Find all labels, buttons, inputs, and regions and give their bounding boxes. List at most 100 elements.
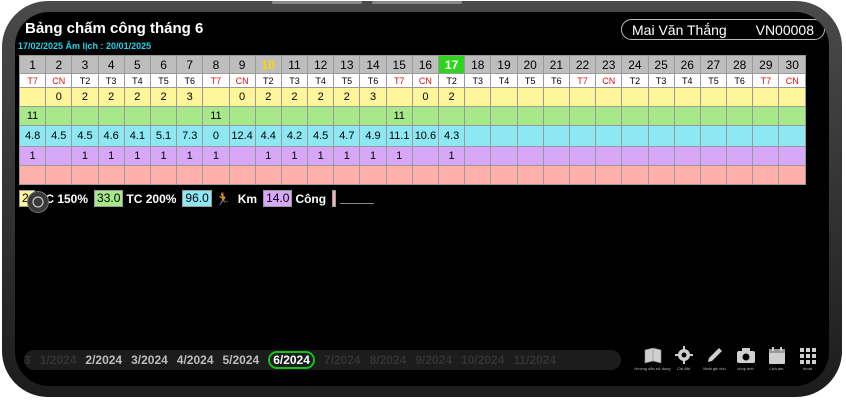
grid-cell[interactable] [647, 106, 675, 126]
month-item[interactable]: 2/2024 [85, 353, 122, 367]
grid-cell[interactable] [254, 106, 282, 126]
grid-cell[interactable] [699, 146, 728, 166]
grid-cell[interactable] [778, 146, 806, 166]
grid-cell[interactable]: 1 [123, 146, 151, 166]
grid-cell[interactable] [149, 106, 178, 126]
grid-cell[interactable] [752, 125, 780, 147]
day-cell[interactable]: 12 [307, 55, 335, 74]
grid-cell[interactable]: 4.9 [359, 125, 387, 147]
grid-cell[interactable] [411, 146, 440, 166]
grid-cell[interactable]: 2 [123, 87, 151, 107]
grid-cell[interactable] [176, 165, 204, 185]
grid-cell[interactable] [359, 106, 387, 126]
grid-cell[interactable] [411, 165, 440, 185]
grid-cell[interactable] [726, 125, 754, 147]
day-cell[interactable]: 7 [176, 55, 204, 74]
grid-cell[interactable]: 0 [45, 87, 73, 107]
grid-cell[interactable] [307, 165, 335, 185]
grid-cell[interactable] [490, 125, 518, 147]
day-cell[interactable]: 14 [359, 55, 387, 74]
day-cell[interactable]: 5 [123, 55, 151, 74]
grid-cell[interactable] [699, 87, 728, 107]
grid-cell[interactable]: 2 [254, 87, 282, 107]
grid-cell[interactable] [673, 106, 701, 126]
grid-cell[interactable] [621, 125, 649, 147]
month-item[interactable]: 3 [24, 353, 31, 367]
grid-cell[interactable] [359, 165, 387, 185]
floating-assist-button[interactable] [27, 191, 49, 213]
grid-cell[interactable]: 7.3 [176, 125, 204, 147]
grid-cell[interactable]: 1 [176, 146, 204, 166]
grid-cell[interactable] [542, 106, 570, 126]
grid-cell[interactable] [568, 165, 597, 185]
day-cell[interactable]: 23 [595, 55, 623, 74]
month-item[interactable]: 11/2024 [513, 353, 556, 367]
toolbar-button-pencil[interactable]: Nhật ghi chú [699, 345, 730, 371]
grid-cell[interactable] [699, 165, 728, 185]
grid-cell[interactable] [726, 165, 754, 185]
day-cell[interactable]: 2 [45, 55, 73, 74]
day-cell[interactable]: 24 [621, 55, 649, 74]
grid-cell[interactable]: 4.5 [307, 125, 335, 147]
grid-cell[interactable] [228, 106, 256, 126]
grid-cell[interactable] [228, 165, 256, 185]
month-item[interactable]: 5/2024 [223, 353, 260, 367]
day-cell[interactable]: 15 [385, 55, 413, 74]
grid-cell[interactable] [542, 146, 570, 166]
grid-cell[interactable]: 1 [385, 146, 413, 166]
grid-cell[interactable] [621, 106, 649, 126]
grid-cell[interactable]: 2 [71, 87, 99, 107]
month-item[interactable]: 10/2024 [461, 353, 504, 367]
grid-cell[interactable] [726, 146, 754, 166]
toolbar-button-book[interactable]: Hướng dẫn sử dụng [634, 345, 671, 371]
grid-cell[interactable]: 4.2 [280, 125, 309, 147]
day-cell[interactable]: 6 [149, 55, 178, 74]
grid-cell[interactable] [123, 106, 151, 126]
grid-cell[interactable] [97, 165, 125, 185]
day-cell[interactable]: 22 [568, 55, 597, 74]
grid-cell[interactable]: 0 [202, 125, 230, 147]
grid-cell[interactable] [464, 106, 492, 126]
grid-cell[interactable] [464, 146, 492, 166]
grid-cell[interactable] [568, 125, 597, 147]
grid-cell[interactable] [333, 106, 361, 126]
grid-cell[interactable] [542, 125, 570, 147]
grid-cell[interactable]: 1 [18, 146, 47, 166]
grid-cell[interactable] [621, 165, 649, 185]
toolbar-button-gear[interactable]: Cài đặt [668, 345, 699, 371]
day-cell[interactable]: 13 [333, 55, 361, 74]
day-cell[interactable]: 16 [411, 55, 440, 74]
grid-cell[interactable] [437, 106, 466, 126]
grid-cell[interactable]: 4.5 [45, 125, 73, 147]
grid-cell[interactable]: 2 [149, 87, 178, 107]
grid-cell[interactable]: 3 [359, 87, 387, 107]
day-cell[interactable]: 1 [18, 55, 47, 74]
grid-cell[interactable] [202, 87, 230, 107]
grid-cell[interactable] [490, 87, 518, 107]
grid-cell[interactable] [673, 146, 701, 166]
day-cell[interactable]: 10 [254, 55, 282, 74]
grid-cell[interactable]: 1 [202, 146, 230, 166]
grid-cell[interactable] [621, 87, 649, 107]
grid-cell[interactable] [673, 165, 701, 185]
grid-cell[interactable]: 0 [228, 87, 256, 107]
grid-cell[interactable] [647, 125, 675, 147]
grid-cell[interactable] [595, 165, 623, 185]
grid-cell[interactable]: 1 [97, 146, 125, 166]
month-item[interactable]: 4/2024 [177, 353, 214, 367]
month-item[interactable]: 8/2024 [370, 353, 407, 367]
grid-cell[interactable] [516, 87, 544, 107]
grid-cell[interactable]: 4.7 [333, 125, 361, 147]
grid-cell[interactable] [464, 165, 492, 185]
grid-cell[interactable]: 1 [359, 146, 387, 166]
day-cell[interactable]: 20 [516, 55, 544, 74]
month-item[interactable]: 3/2024 [131, 353, 168, 367]
grid-cell[interactable] [673, 87, 701, 107]
grid-cell[interactable]: 1 [333, 146, 361, 166]
grid-cell[interactable]: 1 [307, 146, 335, 166]
toolbar-button-camera[interactable]: chụp ảnh [730, 345, 761, 371]
grid-cell[interactable]: 1 [437, 146, 466, 166]
grid-cell[interactable]: 4.4 [254, 125, 282, 147]
grid-cell[interactable] [726, 106, 754, 126]
grid-cell[interactable] [647, 146, 675, 166]
